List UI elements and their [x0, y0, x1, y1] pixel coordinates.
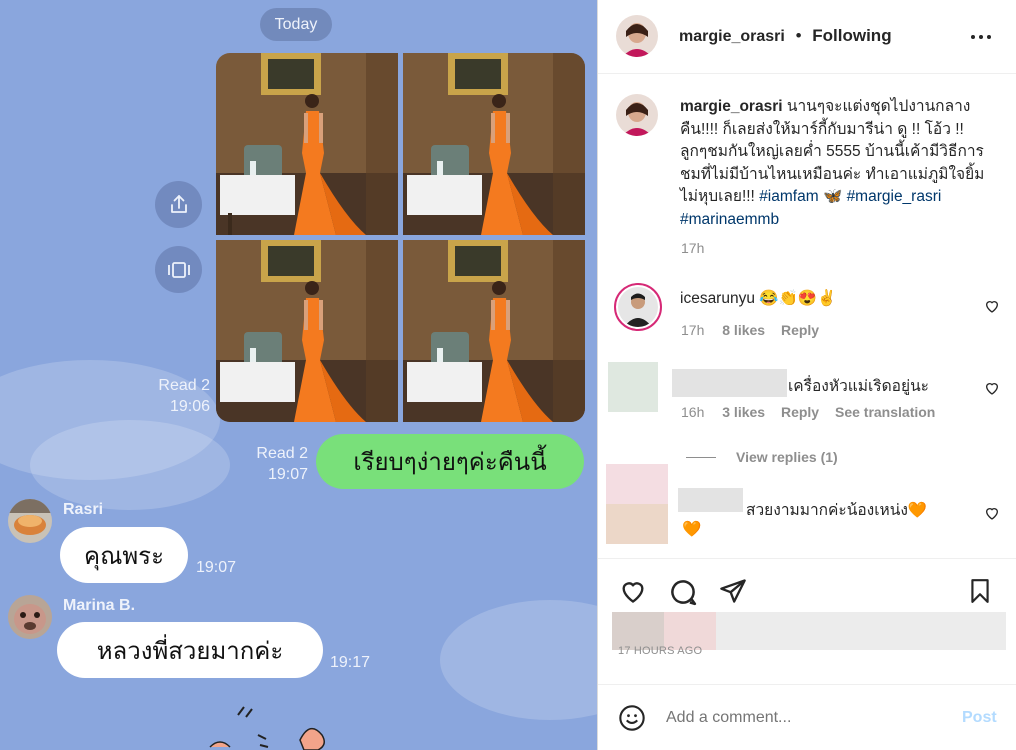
photo-thumbnail[interactable]	[403, 240, 585, 422]
comment-row: icesarunyu 😂👏😍✌	[680, 289, 836, 308]
butterfly-icon: 🦋	[822, 188, 843, 205]
photo-grid[interactable]	[216, 53, 585, 422]
caption-time: 17h	[681, 240, 705, 256]
woman-in-orange-dress-image	[216, 53, 398, 235]
share-icon	[170, 194, 187, 213]
received-message-bubble[interactable]: หลวงพี่สวยมากค่ะ	[57, 622, 323, 678]
post-timestamp: 17 HOURS AGO	[618, 645, 703, 657]
photo-thumbnail[interactable]	[216, 53, 398, 235]
dog-avatar-icon	[8, 595, 52, 639]
message-time: 19:06	[169, 398, 210, 415]
woman-in-orange-dress-image	[216, 240, 398, 422]
share-button[interactable]	[155, 181, 202, 228]
likes-count[interactable]: 3 likes	[722, 404, 765, 420]
comment-text: 😂👏😍✌	[759, 290, 837, 307]
hashtag-link[interactable]: #marinaemmb	[680, 211, 779, 228]
comment-time: 16h	[681, 404, 705, 420]
see-translation-button[interactable]: See translation	[835, 404, 935, 420]
message-time: 19:17	[330, 654, 371, 671]
blurred-username	[678, 488, 743, 512]
comment-icon[interactable]	[668, 577, 698, 607]
reply-button[interactable]: Reply	[781, 322, 819, 338]
photo-thumbnail[interactable]	[216, 240, 398, 422]
add-comment-bar: Post	[598, 684, 1016, 750]
replies-line	[686, 457, 716, 458]
chat-panel: Today Read 2 19:06 Read 2 19:07 เรียบๆง่…	[0, 0, 597, 750]
received-message-bubble[interactable]: คุณพระ	[60, 527, 188, 583]
food-avatar-icon	[8, 499, 52, 543]
comment-input[interactable]	[666, 705, 936, 731]
comment-meta: 16h 3 likes Reply See translation	[681, 404, 935, 420]
post-header: margie_orasri • Following	[598, 0, 1016, 74]
post-caption: margie_orasri นานๆจะแต่งชุดไปงานกลางคืน!…	[680, 96, 985, 231]
album-icon	[167, 261, 190, 278]
caption-username[interactable]: margie_orasri	[680, 98, 783, 115]
more-horizontal-icon[interactable]	[970, 28, 992, 46]
comment-text: เครื่องหัวแม่เริดอยู่นะ	[788, 378, 929, 395]
sender-name: Marina B.	[63, 597, 136, 614]
sent-message-bubble[interactable]: เรียบๆง่ายๆค่ะคืนนี้	[316, 434, 584, 489]
photo-thumbnail[interactable]	[403, 53, 585, 235]
comment-username[interactable]: icesarunyu	[680, 290, 755, 307]
read-receipt: Read 2	[256, 445, 308, 462]
blurred-username	[672, 369, 787, 397]
comment-text: สวยงามมากค่ะน้องเหน่ง🧡	[746, 502, 928, 519]
share-direct-icon[interactable]	[719, 577, 747, 605]
separator-dot: •	[795, 26, 802, 45]
like-heart-icon[interactable]	[984, 380, 1000, 396]
emoji-icon[interactable]	[618, 704, 646, 732]
hashtag-link[interactable]: #margie_rasri	[847, 188, 942, 205]
instagram-panel: margie_orasri • Following margie_orasri …	[597, 0, 1016, 750]
comment-meta: 17h 8 likes Reply	[681, 322, 819, 338]
view-replies-button[interactable]: View replies (1)	[736, 449, 838, 465]
comment-time: 17h	[681, 322, 705, 338]
blurred-avatar	[608, 362, 658, 412]
user-avatar-icon	[616, 94, 658, 136]
post-comment-button[interactable]: Post	[962, 709, 997, 727]
sticker-image[interactable]	[200, 695, 340, 750]
avatar[interactable]	[8, 595, 52, 639]
album-button[interactable]	[155, 246, 202, 293]
reply-button[interactable]: Reply	[781, 404, 819, 420]
bookmark-icon[interactable]	[967, 577, 993, 605]
like-heart-icon[interactable]	[984, 298, 1000, 314]
like-heart-icon[interactable]	[618, 577, 648, 605]
blurred-likes-text	[716, 612, 1006, 650]
blurred-avatar	[606, 464, 668, 544]
user-avatar-icon	[616, 15, 658, 57]
woman-in-orange-dress-image	[403, 53, 585, 235]
heart-emoji: 🧡	[682, 521, 702, 538]
user-avatar-icon	[618, 287, 658, 327]
message-time: 19:07	[196, 559, 237, 576]
woman-in-orange-dress-image	[403, 240, 585, 422]
hashtag-link[interactable]: #iamfam	[759, 188, 818, 205]
message-time: 19:07	[267, 466, 308, 483]
post-action-bar	[598, 558, 1016, 618]
date-divider: Today	[260, 8, 332, 41]
photo-read-status: Read 2 19:06	[130, 375, 210, 417]
following-button[interactable]: Following	[812, 26, 891, 45]
sender-name: Rasri	[63, 501, 104, 518]
like-heart-icon[interactable]	[984, 505, 1000, 521]
header-user-line: margie_orasri • Following	[679, 26, 892, 46]
avatar[interactable]	[616, 15, 658, 57]
avatar[interactable]	[616, 94, 658, 136]
username-link[interactable]: margie_orasri	[679, 28, 785, 45]
avatar[interactable]	[8, 499, 52, 543]
msg1-read-status: Read 2 19:07	[228, 443, 308, 485]
read-receipt: Read 2	[158, 377, 210, 394]
likes-count[interactable]: 8 likes	[722, 322, 765, 338]
avatar[interactable]	[614, 283, 662, 331]
